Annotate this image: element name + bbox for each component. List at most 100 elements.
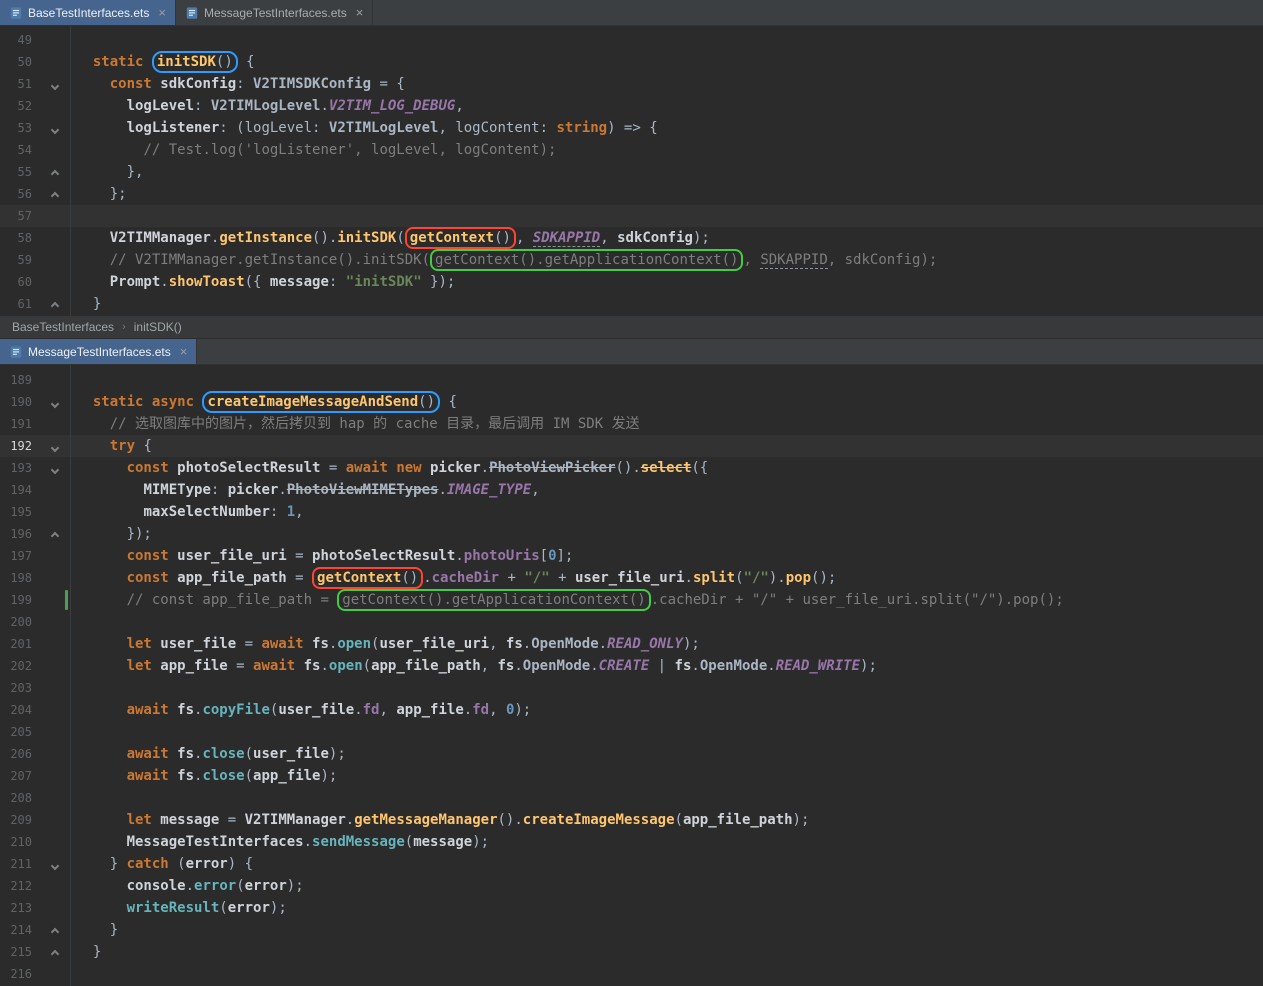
line-number[interactable]: 201 (0, 633, 40, 655)
line-number[interactable]: 60 (0, 271, 40, 293)
code-line[interactable]: 204 await fs.copyFile(user_file.fd, app_… (0, 699, 1263, 721)
bottom-code-editor[interactable]: 189190 static async createImageMessageAn… (0, 365, 1263, 986)
line-number[interactable]: 195 (0, 501, 40, 523)
line-number[interactable]: 189 (0, 369, 40, 391)
line-number[interactable]: 212 (0, 875, 40, 897)
code-line[interactable]: 208 (0, 787, 1263, 809)
tab-close-icon[interactable]: × (356, 6, 364, 19)
code-line[interactable]: 214 } (0, 919, 1263, 941)
code-line[interactable]: 56 }; (0, 183, 1263, 205)
code-line[interactable]: 190 static async createImageMessageAndSe… (0, 391, 1263, 413)
line-number[interactable]: 202 (0, 655, 40, 677)
code-line[interactable]: 55 }, (0, 161, 1263, 183)
code-line[interactable]: 205 (0, 721, 1263, 743)
line-number[interactable]: 61 (0, 293, 40, 315)
line-number[interactable]: 205 (0, 721, 40, 743)
line-number[interactable]: 204 (0, 699, 40, 721)
line-number[interactable]: 57 (0, 205, 40, 227)
code-line[interactable]: 57 (0, 205, 1263, 227)
editor-tab[interactable]: MessageTestInterfaces.ets× (176, 0, 373, 25)
code-line[interactable]: 58 V2TIMManager.getInstance().initSDK(ge… (0, 227, 1263, 249)
code-line[interactable]: 199 // const app_file_path = getContext(… (0, 589, 1263, 611)
line-number[interactable]: 210 (0, 831, 40, 853)
code-line[interactable]: 192 try { (0, 435, 1263, 457)
code-line[interactable]: 203 (0, 677, 1263, 699)
line-number[interactable]: 194 (0, 479, 40, 501)
code-line[interactable]: 207 await fs.close(app_file); (0, 765, 1263, 787)
code-line[interactable]: 53 logListener: (logLevel: V2TIMLogLevel… (0, 117, 1263, 139)
code-line[interactable]: 213 writeResult(error); (0, 897, 1263, 919)
line-number[interactable]: 191 (0, 413, 40, 435)
line-number[interactable]: 196 (0, 523, 40, 545)
breadcrumb-item-class[interactable]: BaseTestInterfaces (12, 320, 114, 334)
fold-up-icon[interactable] (40, 919, 70, 941)
code-line[interactable]: 201 let user_file = await fs.open(user_f… (0, 633, 1263, 655)
fold-down-icon[interactable] (40, 117, 70, 139)
fold-up-icon[interactable] (40, 523, 70, 545)
code-line[interactable]: 189 (0, 369, 1263, 391)
line-number[interactable]: 50 (0, 51, 40, 73)
fold-up-icon[interactable] (40, 941, 70, 963)
line-number[interactable]: 200 (0, 611, 40, 633)
editor-tab[interactable]: MessageTestInterfaces.ets× (0, 339, 197, 364)
code-line[interactable]: 206 await fs.close(user_file); (0, 743, 1263, 765)
code-line[interactable]: 196 }); (0, 523, 1263, 545)
fold-down-icon[interactable] (40, 73, 70, 95)
fold-up-icon[interactable] (40, 293, 70, 315)
code-line[interactable]: 210 MessageTestInterfaces.sendMessage(me… (0, 831, 1263, 853)
code-line[interactable]: 200 (0, 611, 1263, 633)
code-line[interactable]: 191 // 选取图库中的图片，然后拷贝到 hap 的 cache 目录，最后调… (0, 413, 1263, 435)
line-number[interactable]: 214 (0, 919, 40, 941)
tab-close-icon[interactable]: × (180, 345, 188, 358)
code-line[interactable]: 193 const photoSelectResult = await new … (0, 457, 1263, 479)
code-line[interactable]: 52 logLevel: V2TIMLogLevel.V2TIM_LOG_DEB… (0, 95, 1263, 117)
line-number[interactable]: 207 (0, 765, 40, 787)
line-number[interactable]: 215 (0, 941, 40, 963)
fold-up-icon[interactable] (40, 183, 70, 205)
tab-close-icon[interactable]: × (158, 6, 166, 19)
fold-down-icon[interactable] (40, 853, 70, 875)
code-line[interactable]: 198 const app_file_path = getContext().c… (0, 567, 1263, 589)
code-line[interactable]: 216 (0, 963, 1263, 985)
code-line[interactable]: 195 maxSelectNumber: 1, (0, 501, 1263, 523)
fold-up-icon[interactable] (40, 161, 70, 183)
code-line[interactable]: 194 MIMEType: picker.PhotoViewMIMETypes.… (0, 479, 1263, 501)
line-number[interactable]: 209 (0, 809, 40, 831)
code-line[interactable]: 51 const sdkConfig: V2TIMSDKConfig = { (0, 73, 1263, 95)
code-line[interactable]: 60 Prompt.showToast({ message: "initSDK"… (0, 271, 1263, 293)
line-number[interactable]: 211 (0, 853, 40, 875)
code-line[interactable]: 212 console.error(error); (0, 875, 1263, 897)
code-line[interactable]: 59 // V2TIMManager.getInstance().initSDK… (0, 249, 1263, 271)
line-number[interactable]: 193 (0, 457, 40, 479)
line-number[interactable]: 55 (0, 161, 40, 183)
line-number[interactable]: 206 (0, 743, 40, 765)
breadcrumb-item-method[interactable]: initSDK() (134, 320, 182, 334)
line-number[interactable]: 198 (0, 567, 40, 589)
fold-down-icon[interactable] (40, 435, 70, 457)
code-line[interactable]: 50 static initSDK() { (0, 51, 1263, 73)
code-line[interactable]: 215 } (0, 941, 1263, 963)
code-line[interactable]: 211 } catch (error) { (0, 853, 1263, 875)
code-line[interactable]: 49 (0, 29, 1263, 51)
line-number[interactable]: 58 (0, 227, 40, 249)
line-number[interactable]: 190 (0, 391, 40, 413)
line-number[interactable]: 52 (0, 95, 40, 117)
line-number[interactable]: 213 (0, 897, 40, 919)
editor-tab[interactable]: BaseTestInterfaces.ets× (0, 0, 176, 25)
code-line[interactable]: 54 // Test.log('logListener', logLevel, … (0, 139, 1263, 161)
line-number[interactable]: 51 (0, 73, 40, 95)
line-number[interactable]: 199 (0, 589, 40, 611)
fold-down-icon[interactable] (40, 457, 70, 479)
code-line[interactable]: 202 let app_file = await fs.open(app_fil… (0, 655, 1263, 677)
line-number[interactable]: 56 (0, 183, 40, 205)
fold-down-icon[interactable] (40, 391, 70, 413)
line-number[interactable]: 59 (0, 249, 40, 271)
code-line[interactable]: 209 let message = V2TIMManager.getMessag… (0, 809, 1263, 831)
line-number[interactable]: 203 (0, 677, 40, 699)
line-number[interactable]: 53 (0, 117, 40, 139)
line-number[interactable]: 54 (0, 139, 40, 161)
line-number[interactable]: 192 (0, 435, 40, 457)
top-code-editor[interactable]: 4950 static initSDK() {51 const sdkConfi… (0, 26, 1263, 316)
code-line[interactable]: 197 const user_file_uri = photoSelectRes… (0, 545, 1263, 567)
line-number[interactable]: 216 (0, 963, 40, 985)
